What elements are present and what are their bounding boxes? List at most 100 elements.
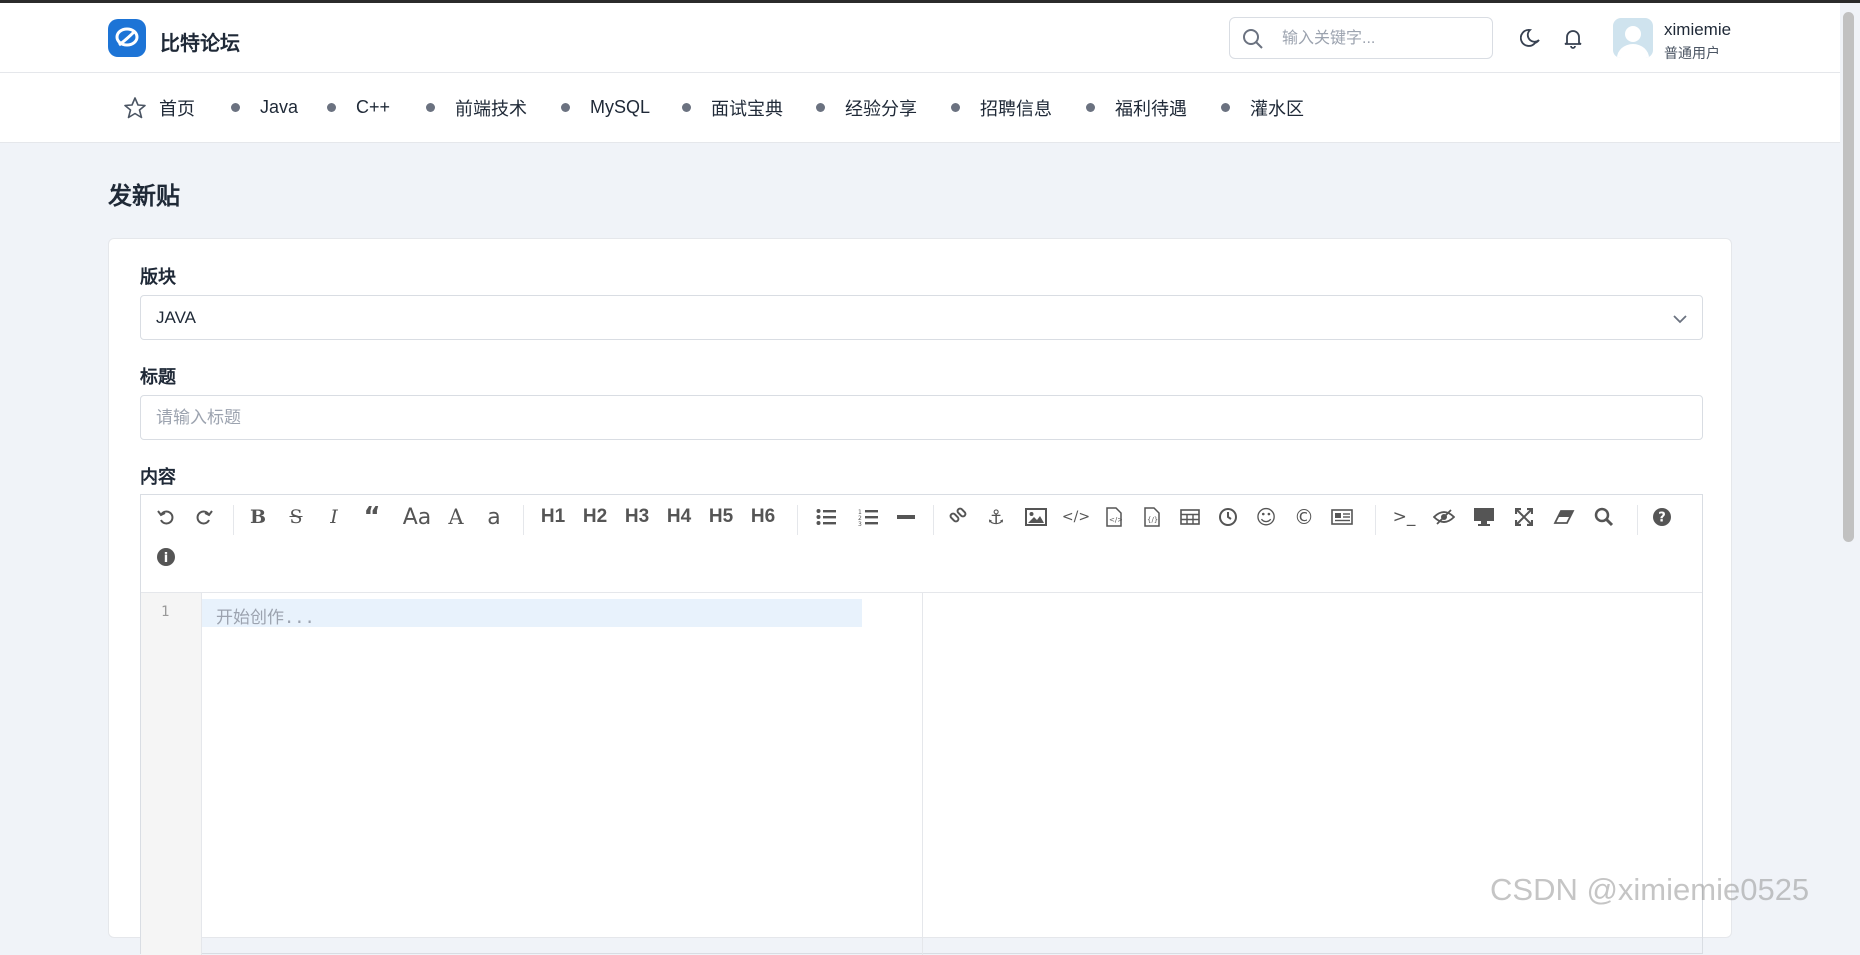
title-input[interactable] xyxy=(140,395,1703,440)
quote-icon[interactable]: “ xyxy=(357,502,387,532)
board-label: 版块 xyxy=(140,267,176,287)
logo-icon[interactable] xyxy=(108,19,146,57)
line-number-gutter: 1 xyxy=(141,593,202,955)
nav-item-java[interactable]: Java xyxy=(231,73,298,142)
nav-label: 福利待遇 xyxy=(1115,98,1187,119)
lowercase-icon[interactable]: a xyxy=(479,502,509,532)
nav-item-mysql[interactable]: MySQL xyxy=(561,73,650,142)
heading-4-button[interactable]: H4 xyxy=(659,502,699,532)
datetime-icon[interactable] xyxy=(1213,502,1243,532)
bullet-icon xyxy=(1221,103,1230,112)
uppercase-first-icon[interactable]: A xyxy=(441,502,471,532)
toolbar-separator xyxy=(933,505,934,535)
help-icon[interactable]: ? xyxy=(1647,502,1677,532)
info-icon[interactable]: i xyxy=(151,542,181,572)
nav-item-jobs[interactable]: 招聘信息 xyxy=(951,73,1052,142)
undo-icon[interactable] xyxy=(151,502,181,532)
bullet-icon xyxy=(426,103,435,112)
nav-label: 经验分享 xyxy=(845,98,917,119)
preformatted-code-icon[interactable]: </> xyxy=(1099,502,1129,532)
bell-icon[interactable] xyxy=(1562,27,1584,54)
heading-6-button[interactable]: H6 xyxy=(743,502,783,532)
hr-icon[interactable] xyxy=(891,502,921,532)
search-icon xyxy=(1243,29,1263,49)
markdown-editor: B S I “ Aa A a H1 H2 H3 H4 H5 H6 123 ⚓ <… xyxy=(140,494,1703,955)
html-entities-icon[interactable]: © xyxy=(1289,502,1319,532)
nav-item-interview[interactable]: 面试宝典 xyxy=(682,73,783,142)
bullet-icon xyxy=(1086,103,1095,112)
bold-icon[interactable]: B xyxy=(243,502,273,532)
nav-label: Java xyxy=(260,97,299,117)
bullet-icon xyxy=(951,103,960,112)
chevron-down-icon xyxy=(1673,315,1687,324)
nav-item-home[interactable]: 首页 xyxy=(123,73,195,142)
anchor-icon[interactable]: ⚓ xyxy=(981,502,1011,532)
fullscreen-icon[interactable] xyxy=(1509,502,1539,532)
unordered-list-icon[interactable] xyxy=(811,502,841,532)
avatar[interactable] xyxy=(1613,18,1653,58)
bullet-icon xyxy=(327,103,336,112)
image-icon[interactable] xyxy=(1021,502,1051,532)
nav-item-frontend[interactable]: 前端技术 xyxy=(426,73,527,142)
svg-text:i: i xyxy=(164,551,168,566)
editor-toolbar: B S I “ Aa A a H1 H2 H3 H4 H5 H6 123 ⚓ <… xyxy=(141,495,1702,593)
heading-1-button[interactable]: H1 xyxy=(533,502,573,532)
editor-input-line[interactable]: 开始创作... xyxy=(202,599,862,628)
watermark: CSDN @ximiemie0525 xyxy=(1490,872,1810,907)
strikethrough-icon[interactable]: S xyxy=(281,502,311,532)
nav-item-water[interactable]: 灌水区 xyxy=(1221,73,1304,142)
svg-text:{/}: {/} xyxy=(1147,516,1158,524)
nav-label: 面试宝典 xyxy=(711,98,783,119)
board-select[interactable]: JAVA xyxy=(140,295,1703,340)
post-form-card: 版块 JAVA 标题 内容 B S I “ Aa A a H1 H2 H3 H4… xyxy=(108,238,1732,955)
toolbar-separator xyxy=(1637,505,1638,535)
ordered-list-icon[interactable]: 123 xyxy=(853,502,883,532)
uppercase-icon[interactable]: Aa xyxy=(397,502,437,532)
emoji-icon[interactable]: ☺ xyxy=(1251,502,1281,532)
star-icon xyxy=(124,96,146,118)
user-role: 普通用户 xyxy=(1664,45,1720,61)
code-icon[interactable]: </> xyxy=(1061,502,1091,532)
nav-label: 灌水区 xyxy=(1250,98,1304,119)
heading-5-button[interactable]: H5 xyxy=(701,502,741,532)
page-title: 发新贴 xyxy=(108,183,180,210)
nav-label: C++ xyxy=(356,97,391,117)
search-input[interactable] xyxy=(1280,26,1484,52)
italic-icon[interactable]: I xyxy=(319,502,349,532)
bullet-icon xyxy=(561,103,570,112)
nav-item-benefits[interactable]: 福利待遇 xyxy=(1086,73,1187,142)
code-block-icon[interactable]: {/} xyxy=(1137,502,1167,532)
category-nav: 首页 Java C++ 前端技术 MySQL 面试宝典 经验分享 招聘信息 福利… xyxy=(0,73,1840,143)
unwatch-icon[interactable] xyxy=(1429,502,1459,532)
bullet-icon xyxy=(816,103,825,112)
preview-icon[interactable] xyxy=(1469,502,1499,532)
header: 比特论坛 ximiemie 普通用户 xyxy=(0,3,1840,73)
nav-label: 首页 xyxy=(159,98,195,119)
search-icon[interactable] xyxy=(1589,502,1619,532)
nav-item-cpp[interactable]: C++ xyxy=(327,73,390,142)
editor-placeholder: 开始创作... xyxy=(216,608,315,628)
toolbar-separator xyxy=(797,505,798,535)
brand-name[interactable]: 比特论坛 xyxy=(160,27,240,56)
moon-icon[interactable] xyxy=(1519,27,1542,54)
line-number: 1 xyxy=(161,604,170,620)
goto-line-icon[interactable]: >_ xyxy=(1389,502,1419,532)
nav-label: 前端技术 xyxy=(455,98,527,119)
redo-icon[interactable] xyxy=(189,502,219,532)
table-icon[interactable] xyxy=(1175,502,1205,532)
page-scrollbar[interactable] xyxy=(1843,12,1854,542)
svg-text:</>: </> xyxy=(1109,516,1122,524)
content-label: 内容 xyxy=(140,467,176,487)
heading-2-button[interactable]: H2 xyxy=(575,502,615,532)
link-icon[interactable] xyxy=(943,502,973,532)
heading-3-button[interactable]: H3 xyxy=(617,502,657,532)
pagebreak-icon[interactable] xyxy=(1327,502,1357,532)
toolbar-separator xyxy=(233,505,234,535)
clear-icon[interactable] xyxy=(1549,502,1579,532)
nav-label: 招聘信息 xyxy=(980,98,1052,119)
nav-item-experience[interactable]: 经验分享 xyxy=(816,73,917,142)
search-box[interactable] xyxy=(1229,17,1493,59)
toolbar-separator xyxy=(1375,505,1376,535)
user-name[interactable]: ximiemie xyxy=(1664,20,1731,40)
bullet-icon xyxy=(231,103,240,112)
